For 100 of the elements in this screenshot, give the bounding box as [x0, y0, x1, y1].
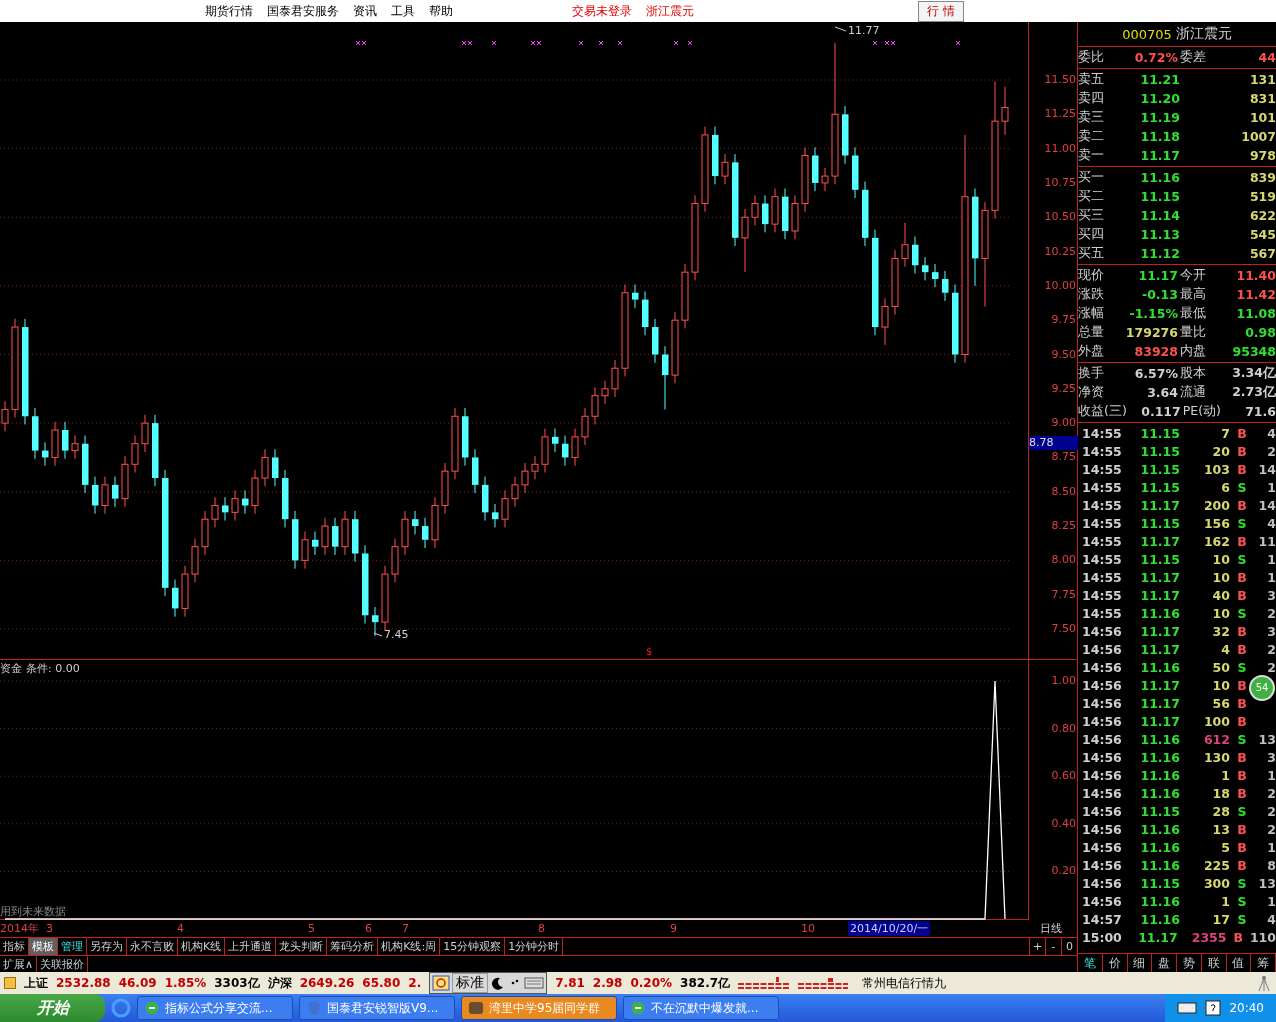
formula-tab[interactable]: 上升通道 [225, 938, 277, 955]
price-axis-label: 7.75 [1050, 586, 1076, 603]
trade-time: 14:56 [1081, 713, 1123, 729]
quote-value: 11.17 [1137, 268, 1178, 283]
trade-time: 14:55 [1081, 569, 1123, 585]
index-quote-text: 2649.26 [299, 976, 355, 990]
formula-tab[interactable]: 管理 [58, 938, 87, 955]
candlestick [632, 284, 639, 309]
help-icon[interactable] [1205, 1000, 1222, 1016]
candlestick [1001, 86, 1009, 136]
taskbar-button[interactable]: 指标公式分享交流... [137, 996, 293, 1020]
menu-item[interactable]: 国泰君安服务 [267, 2, 339, 20]
quote-value: 0.117 [1140, 404, 1181, 419]
formula-tab[interactable]: 永不言败 [127, 938, 178, 955]
candlestick [821, 167, 829, 192]
order-volume: 1007 [1240, 129, 1276, 144]
candlestick [71, 434, 79, 460]
trade-count: 14 [1257, 497, 1276, 513]
quote-value: -1.15% [1128, 306, 1178, 321]
order-level-label: 买四 [1078, 226, 1105, 243]
trade-count: 1 [1266, 569, 1276, 585]
trade-price: 11.16 [1139, 785, 1180, 801]
index-quote-text: 0.20% [630, 976, 673, 990]
quote-label: 收益(三) [1078, 403, 1127, 420]
order-level-label: 卖五 [1078, 71, 1105, 88]
candlestick [912, 235, 919, 275]
price-axis-label: 10.25 [1043, 243, 1076, 260]
start-button[interactable]: 开始 [0, 994, 105, 1022]
index-quote-text: 上证 [24, 974, 48, 992]
quote-label: 涨跌 [1078, 286, 1105, 303]
trade-time: 14:56 [1081, 731, 1123, 747]
ime-logo-icon[interactable] [432, 975, 451, 991]
order-price: 11.15 [1139, 189, 1180, 204]
candlestick [242, 489, 249, 515]
trade-time: 14:55 [1081, 551, 1123, 567]
trade-price: 11.15 [1139, 551, 1180, 567]
trade-side: B [1236, 443, 1248, 459]
period-label: 日线 [1040, 921, 1062, 936]
quote-button[interactable]: 行 情 [918, 0, 964, 22]
order-level-label: 卖四 [1078, 90, 1105, 107]
formula-tab[interactable]: 模板 [29, 938, 58, 955]
trade-volume: 130 [1202, 749, 1230, 765]
taskbar-button[interactable]: 国泰君安锐智版V9... [299, 996, 455, 1020]
trade-price: 11.15 [1139, 515, 1180, 531]
antenna-icon[interactable] [1256, 974, 1272, 992]
trade-volume: 18 [1211, 785, 1230, 801]
trade-count: 4 [1266, 515, 1276, 531]
date-axis-label: 6 [365, 921, 372, 936]
zoom-button[interactable]: + [1029, 938, 1045, 955]
menu-item[interactable]: 工具 [391, 2, 415, 20]
trade-side: B [1236, 695, 1248, 711]
candlestick [92, 476, 99, 515]
order-level-label: 买五 [1078, 245, 1105, 262]
candlestick [112, 476, 119, 508]
indicator-name: 资金 [0, 661, 22, 676]
quote-value: 83928 [1133, 344, 1178, 359]
date-axis-label: 9 [670, 921, 677, 936]
formula-tab[interactable]: 机构K线 [178, 938, 226, 955]
formula-tab[interactable]: 指标 [0, 938, 29, 955]
candlestick [272, 448, 279, 487]
order-volume: 978 [1248, 148, 1276, 163]
order-price: 11.12 [1139, 246, 1180, 261]
trade-count: 110 [1249, 929, 1276, 945]
trade-count: 1 [1266, 893, 1276, 909]
menu-item[interactable]: 资讯 [353, 2, 377, 20]
trade-volume: 5 [1220, 839, 1230, 855]
ime-mode-button[interactable]: 标准 [452, 973, 489, 993]
candlestick [881, 297, 889, 346]
candlestick [901, 222, 909, 268]
trade-time: 14:56 [1081, 695, 1123, 711]
formula-tab[interactable]: 龙头判断 [276, 938, 328, 955]
order-price: 11.18 [1139, 129, 1180, 144]
trade-side: S [1236, 659, 1248, 675]
square-icon[interactable] [4, 977, 16, 989]
trade-price: 11.15 [1139, 461, 1180, 477]
trade-time: 14:56 [1081, 623, 1123, 639]
order-volume: 101 [1248, 110, 1276, 125]
order-level-label: 买二 [1078, 188, 1105, 205]
formula-tab[interactable]: 机构K线:周 [378, 938, 441, 955]
menu-item[interactable]: 期货行情 [205, 2, 253, 20]
trade-side: B [1236, 623, 1248, 639]
taskbar-button[interactable]: 不在沉默中爆发就... [623, 996, 779, 1020]
date-axis-label: 3 [46, 921, 53, 936]
trade-count: 4 [1266, 425, 1276, 441]
price-axis-label: 8.00 [1050, 552, 1076, 569]
trade-time: 14:55 [1081, 461, 1123, 477]
candlestick [611, 359, 619, 398]
trade-price: 11.16 [1139, 767, 1180, 783]
formula-tab[interactable]: 筹码分析 [327, 938, 379, 955]
ime-toolbar[interactable]: 标准 [429, 972, 548, 994]
indicator-axis-label: 0.80 [1050, 720, 1076, 737]
trade-count: 3 [1266, 587, 1276, 603]
trade-volume: 100 [1202, 713, 1230, 729]
trade-count: 2 [1266, 605, 1276, 621]
keyboard-icon[interactable] [1177, 1001, 1198, 1015]
menu-item[interactable]: 帮助 [429, 2, 453, 20]
trade-price: 11.17 [1139, 695, 1180, 711]
trade-time: 14:56 [1081, 857, 1123, 873]
trade-count: 2 [1266, 641, 1276, 657]
candlestick [321, 517, 329, 556]
